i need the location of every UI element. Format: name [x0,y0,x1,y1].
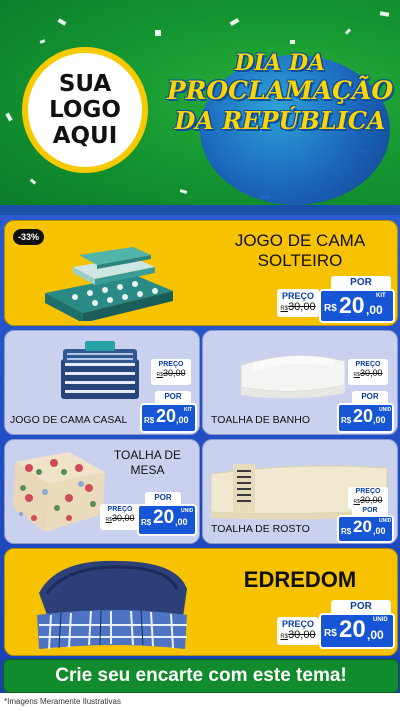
price-tag: R$ 20 ,00 UNID [137,504,197,536]
product-card[interactable]: TOALHA DE ROSTO PREÇO R$30,00 POR R$ 20 … [202,439,398,544]
price-currency: R$ [324,628,337,639]
headline-line: DIA DA [234,50,326,76]
confetti [57,18,67,26]
old-price-value: 30,00 [288,629,316,641]
product-title-line: JOGO DE CAMA [234,231,366,250]
logo-line: LOGO [49,97,121,123]
price-unit: UNID [181,508,194,514]
cta-banner[interactable]: Crie seu encarte com este tema! [3,659,399,693]
header-banner: SUA LOGO AQUI DIA DA PROCLAMAÇÃO DA REPÚ… [0,0,400,215]
bedding-icon [45,247,173,321]
old-price-value: 30,00 [162,368,186,378]
por-label: POR [331,600,391,614]
price-decimal: ,00 [367,628,384,642]
confetti [179,189,188,194]
confetti [39,39,46,44]
price-tag: R$ 20 ,00 UNID [337,515,394,543]
confetti [29,178,37,185]
old-price: PREÇO R$30,00 [277,289,319,317]
old-price-label: PREÇO [355,361,381,368]
price-currency: R$ [341,527,352,536]
product-card[interactable]: EDREDOM PREÇO R$30,00 POR R$ 20 ,00 UNID [4,548,398,656]
product-title: TOALHA DE BANHO [211,414,311,426]
por-label: POR [155,391,191,403]
confetti [379,11,390,17]
price-currency: R$ [144,416,155,425]
price-integer: 20 [339,616,366,643]
price-unit: KIT [184,407,193,413]
old-price-value: 30,00 [288,301,316,313]
por-label: POR [331,276,391,290]
product-title: JOGO DE CAMA SOLTEIRO [205,231,395,271]
old-price-currency: R$ [280,306,289,312]
product-card[interactable]: TOALHA DE MESA PREÇO R$30,00 POR R$ 20 ,… [4,439,200,544]
bedding-icon [61,341,139,399]
product-title: JOGO DE CAMA CASAL [10,414,128,426]
price-currency: R$ [341,416,352,425]
old-price-label: PREÇO [107,506,133,513]
footnote: *Imagens Meramente Ilustrativas [4,697,121,706]
old-price-value: 30,00 [111,513,135,523]
confetti [290,40,295,44]
price-tag: R$ 20 ,00 KIT [319,289,395,323]
price-integer: 20 [153,507,175,528]
price-unit: KIT [376,293,386,299]
headline: DIA DA PROCLAMAÇÃO DA REPÚBLICA [165,50,395,136]
price-decimal: ,00 [176,415,189,425]
price-integer: 20 [339,292,365,318]
old-price-label: PREÇO [158,361,184,368]
old-price-value: 30,00 [359,368,383,378]
price-integer: 20 [353,406,374,426]
price-decimal: ,00 [175,517,188,527]
product-title-line: MESA [130,463,165,477]
discount-badge: -33% [13,229,45,245]
confetti [344,28,352,35]
price-integer: 20 [353,517,372,536]
headline-line: PROCLAMAÇÃO [166,76,394,105]
comforter-icon [37,560,187,650]
tablecloth-icon [13,452,105,532]
price-decimal: ,00 [373,415,386,425]
price-currency: R$ [141,518,152,527]
towel-icon [240,355,346,399]
price-tag: R$ 20 ,00 UNID [319,613,395,649]
logo-line: AQUI [52,123,118,149]
price-decimal: ,00 [373,526,386,536]
old-price-label: PREÇO [355,488,381,495]
old-price-label: PREÇO [281,619,314,629]
price-integer: 20 [156,406,177,426]
por-label: POR [352,391,388,403]
old-price-value: 30,00 [359,495,383,505]
old-price-currency: R$ [280,634,289,640]
old-price: PREÇO R$30,00 [100,504,140,530]
product-title: TOALHA DE MESA [100,448,195,478]
price-tag: R$ 20 ,00 KIT [140,403,197,433]
por-label: POR [145,492,181,504]
old-price: PREÇO R$30,00 [277,617,319,645]
price-decimal: ,00 [366,303,383,317]
confetti [155,30,161,36]
product-title-line: TOALHA DE [113,448,182,462]
price-unit: UNID [379,407,392,413]
product-card[interactable]: TOALHA DE BANHO PREÇO R$30,00 POR R$ 20 … [202,330,398,435]
logo-placeholder[interactable]: SUA LOGO AQUI [22,47,148,173]
confetti [229,18,240,26]
old-price-label: PREÇO [281,291,314,301]
price-tag: R$ 20 ,00 UNID [337,403,394,433]
footer: *Imagens Meramente Ilustrativas [0,693,400,711]
product-card[interactable]: -33% JOGO DE CAMA SOLTEIRO PREÇO R$30,00… [4,220,398,326]
price-unit: UNID [379,518,392,524]
product-title: TOALHA DE ROSTO [211,523,310,535]
confetti [5,112,13,122]
price-currency: R$ [324,303,337,314]
headline-line: DA REPÚBLICA [174,106,386,135]
old-price: PREÇO R$30,00 [151,359,191,385]
price-unit: UNID [373,617,388,623]
product-card[interactable]: JOGO DE CAMA CASAL PREÇO R$30,00 POR R$ … [4,330,200,435]
product-title: EDREDOM [243,567,357,592]
old-price: PREÇO R$30,00 [348,359,388,385]
logo-line: SUA [58,71,112,97]
product-title-line: SOLTEIRO [257,251,343,270]
